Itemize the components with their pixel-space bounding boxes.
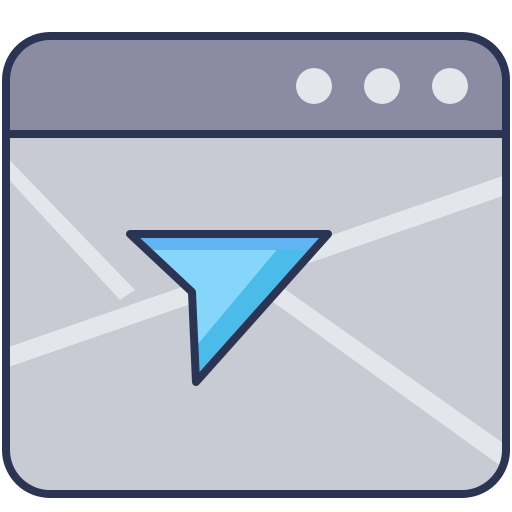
map-navigation-window-icon (2, 32, 510, 498)
window-control-dot-1[interactable] (296, 68, 332, 104)
window-control-dot-3[interactable] (432, 68, 468, 104)
window-control-dot-2[interactable] (364, 68, 400, 104)
icon-canvas (0, 0, 512, 512)
window-title-bar (6, 36, 506, 134)
